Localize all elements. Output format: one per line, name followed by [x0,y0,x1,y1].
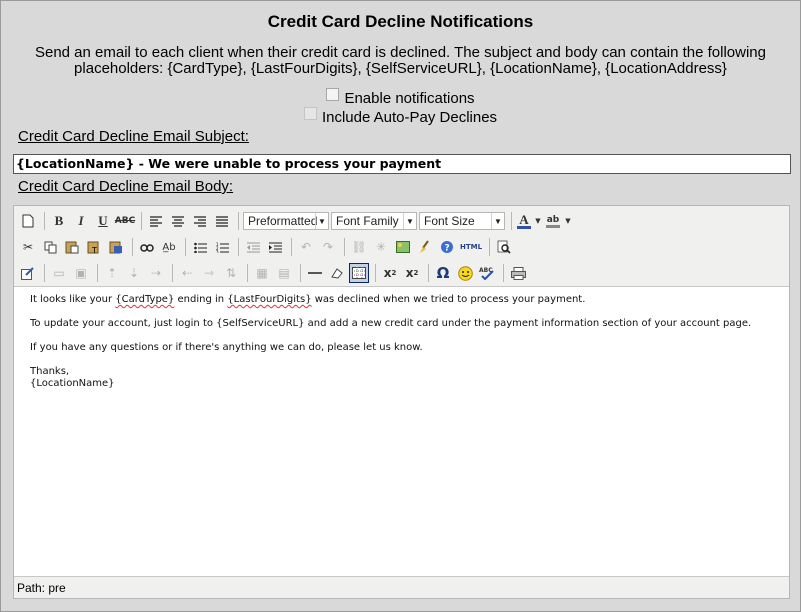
autopay-declines-label: Include Auto-Pay Declines [321,109,498,126]
insert-row-after-icon[interactable]: ⇣ [124,263,144,283]
delete-col-icon[interactable]: ⇅ [221,263,241,283]
subject-input[interactable]: {LocationName} - We were unable to proce… [13,154,791,174]
edit-css-icon[interactable] [18,263,38,283]
chevron-down-icon: ▼ [315,213,328,229]
body-label: Credit Card Decline Email Body: [18,178,234,195]
font-family-select[interactable]: Font Family ▼ [331,212,417,230]
horizontal-rule-icon[interactable] [305,263,325,283]
align-center-icon[interactable] [168,211,188,231]
body-editor[interactable]: B I U ABC Preformatted ▼ Font Family ▼ F… [13,205,790,599]
editor-content[interactable]: It looks like your {CardType} ending in … [14,287,789,575]
insert-row-before-icon[interactable]: ⇡ [102,263,122,283]
align-justify-icon[interactable] [212,211,232,231]
body-line-2: To update your account, just login to {S… [30,318,752,329]
html-source-button[interactable]: HTML [459,237,483,257]
align-left-icon[interactable] [146,211,166,231]
font-size-select-value: Font Size [424,214,475,228]
new-document-icon[interactable] [18,211,38,231]
paste-text-icon[interactable]: T [84,237,104,257]
placeholder-last-four: {LastFourDigits} [227,294,312,305]
delete-row-icon[interactable]: ⇢ [146,263,166,283]
body-line-4: Thanks, [30,366,70,377]
insert-col-after-icon[interactable]: ⇾ [199,263,219,283]
autopay-declines-row[interactable]: Include Auto-Pay Declines [0,107,801,126]
copy-icon[interactable] [40,237,60,257]
page-title: Credit Card Decline Notifications [267,12,534,31]
page-description: Send an email to each client when their … [34,44,766,77]
highlight-color-icon[interactable]: ab [544,211,562,231]
table-row-props-icon[interactable]: ▭ [49,263,69,283]
preview-icon[interactable] [494,237,514,257]
undo-icon[interactable]: ↶ [296,237,316,257]
svg-text:?: ? [445,244,450,254]
chevron-down-icon[interactable]: ▼ [564,211,572,231]
body-text: ending in [174,294,228,305]
spellcheck-icon[interactable]: ABC [477,263,497,283]
print-icon[interactable] [508,263,528,283]
bold-icon[interactable]: B [49,211,69,231]
subject-label: Credit Card Decline Email Subject: [18,128,249,145]
chevron-down-icon[interactable]: ▼ [534,211,542,231]
enable-notifications-row[interactable]: Enable notifications [0,88,801,107]
table-cell-props-icon[interactable]: ▣ [71,263,91,283]
indent-icon[interactable] [265,237,285,257]
unlink-icon[interactable]: ✳ [371,237,391,257]
split-cells-icon[interactable]: ▦ [252,263,272,283]
toolbar-row-1: B I U ABC Preformatted ▼ Font Family ▼ F… [18,210,574,232]
enable-notifications-checkbox[interactable] [326,88,340,101]
find-icon[interactable] [137,237,157,257]
toolbar-row-2: ✂ T A̲b 123 ↶ ↷ ⛓ ✳ ? HTML [18,236,516,258]
cleanup-icon[interactable] [415,237,435,257]
merge-cells-icon[interactable]: ▤ [274,263,294,283]
outdent-icon[interactable] [243,237,263,257]
paste-word-icon[interactable] [106,237,126,257]
editor-toolbar: B I U ABC Preformatted ▼ Font Family ▼ F… [14,206,789,287]
underline-icon[interactable]: U [93,211,113,231]
chevron-down-icon: ▼ [491,213,504,229]
format-select-value: Preformatted [248,214,318,228]
numbered-list-icon[interactable]: 123 [212,237,232,257]
svg-text:T: T [91,246,97,254]
strikethrough-icon[interactable]: ABC [115,211,135,231]
body-text: It looks like your [30,294,116,305]
font-size-select[interactable]: Font Size ▼ [419,212,505,230]
paste-icon[interactable] [62,237,82,257]
format-select[interactable]: Preformatted ▼ [243,212,329,230]
special-char-icon[interactable]: Ω [433,263,453,283]
subscript-icon[interactable]: x2 [380,263,400,283]
replace-icon[interactable]: A̲b [159,237,179,257]
svg-text:3: 3 [216,249,219,253]
redo-icon[interactable]: ↷ [318,237,338,257]
superscript-icon[interactable]: x2 [402,263,422,283]
body-line-1: It looks like your {CardType} ending in … [30,294,585,305]
font-family-select-value: Font Family [336,214,399,228]
body-line-5: {LocationName} [30,378,115,389]
italic-icon[interactable]: I [71,211,91,231]
image-icon[interactable] [393,237,413,257]
bullet-list-icon[interactable] [190,237,210,257]
body-line-3: If you have any questions or if there's … [30,342,423,353]
editor-path-bar: Path: pre [14,576,789,598]
cut-icon[interactable]: ✂ [18,237,38,257]
link-icon[interactable]: ⛓ [349,237,369,257]
visual-aid-icon[interactable] [349,263,369,283]
align-right-icon[interactable] [190,211,210,231]
remove-format-icon[interactable] [327,263,347,283]
chevron-down-icon: ▼ [403,213,416,229]
emoticons-icon[interactable] [455,263,475,283]
font-color-icon[interactable]: A [516,211,532,231]
autopay-declines-checkbox[interactable] [303,107,317,120]
help-icon[interactable]: ? [437,237,457,257]
placeholder-card-type: {CardType} [115,294,175,305]
enable-notifications-label: Enable notifications [344,90,475,107]
insert-col-before-icon[interactable]: ⇠ [177,263,197,283]
body-text: was declined when we tried to process yo… [311,294,586,305]
toolbar-row-3: ▭ ▣ ⇡ ⇣ ⇢ ⇠ ⇾ ⇅ ▦ ▤ x2 x2 Ω ABC [18,262,530,284]
